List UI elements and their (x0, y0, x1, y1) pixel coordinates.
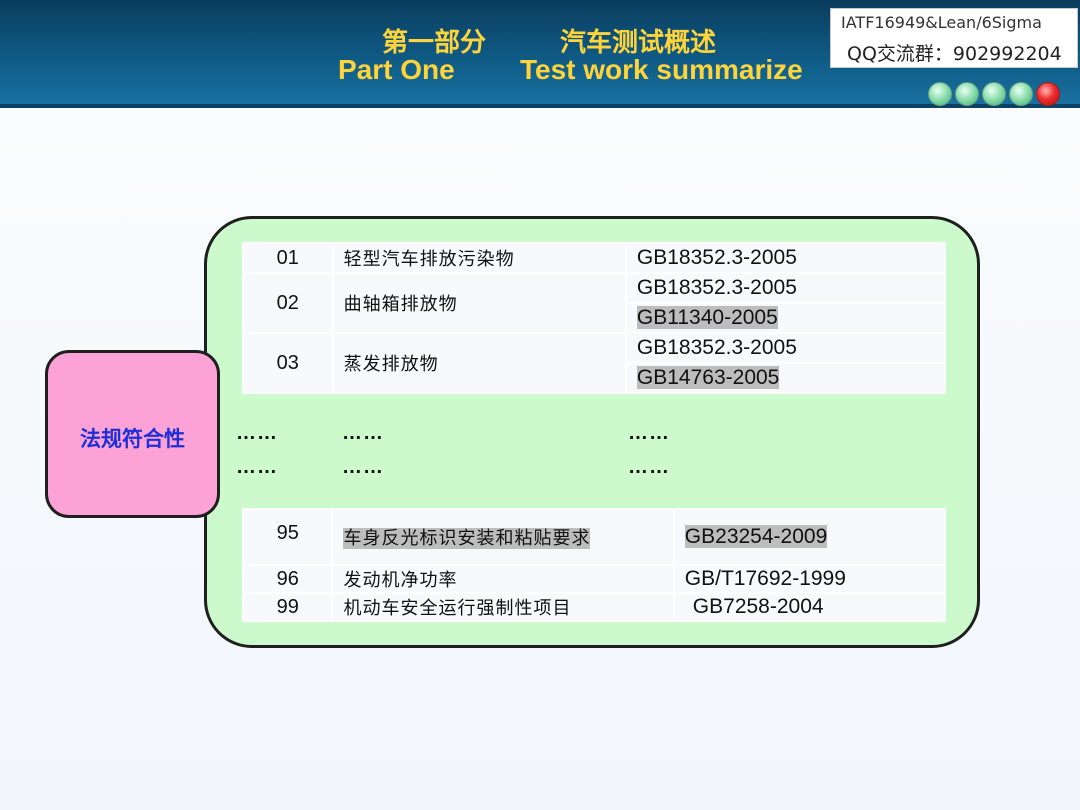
table-row: 96 发动机净功率 GB/T17692-1999 (241, 564, 947, 594)
row-number: 95 (241, 508, 334, 566)
row-standard: GB14763-2005 (624, 362, 947, 394)
highlighted-name: 车身反光标识安装和粘贴要求 (343, 528, 591, 549)
ellipsis: …… (628, 456, 670, 478)
table-row: 01 轻型汽车排放污染物 GB18352.3-2005 (242, 242, 947, 274)
row-standard: GB/T17692-1999 (672, 564, 947, 594)
ellipsis: …… (342, 456, 384, 478)
highlighted-standard: GB23254-2009 (684, 525, 828, 548)
highlighted-standard: GB11340-2005 (636, 306, 778, 329)
nav-dot[interactable] (928, 82, 952, 106)
nav-dot[interactable] (982, 82, 1006, 106)
row-name: 车身反光标识安装和粘贴要求 (331, 508, 675, 566)
row-standard: GB23254-2009 (672, 508, 947, 566)
ellipsis: …… (628, 422, 670, 444)
category-box: 法规符合性 (45, 350, 220, 518)
table-row: 03 蒸发排放物 GB18352.3-2005 (242, 332, 947, 394)
row-name: 轻型汽车排放污染物 (331, 242, 627, 274)
badge-line1: IATF16949&Lean/6Sigma (841, 13, 1042, 32)
table-row: 95 车身反光标识安装和粘贴要求 GB23254-2009 (241, 508, 947, 566)
highlighted-standard: GB14763-2005 (636, 366, 780, 389)
ellipsis: …… (236, 456, 278, 478)
header-divider (0, 104, 1080, 108)
row-number: 01 (242, 242, 334, 274)
row-name: 机动车安全运行强制性项目 (331, 592, 675, 622)
category-label: 法规符合性 (80, 426, 185, 451)
row-standard: GB7258-2004 (672, 592, 947, 622)
badge-line2: QQ交流群：902992204 (847, 43, 1062, 65)
nav-dots (928, 82, 1068, 108)
title-en-part: Part One (338, 54, 455, 85)
title-en-topic: Test work summarize (520, 54, 803, 85)
watermark-badge: IATF16949&Lean/6Sigma QQ交流群：902992204 (830, 8, 1078, 68)
nav-dot-active[interactable] (1036, 82, 1060, 106)
regulation-table-top: 01 轻型汽车排放污染物 GB18352.3-2005 02 曲轴箱排放物 GB… (242, 242, 947, 394)
ellipsis: …… (342, 422, 384, 444)
row-standard: GB11340-2005 (624, 302, 947, 334)
row-name: 蒸发排放物 (331, 332, 627, 394)
row-number: 02 (242, 272, 334, 334)
row-number: 03 (242, 332, 334, 394)
nav-dot[interactable] (955, 82, 979, 106)
row-standard: GB18352.3-2005 (624, 242, 947, 274)
regulation-table-bottom: 95 车身反光标识安装和粘贴要求 GB23254-2009 96 发动机净功率 … (241, 508, 947, 622)
row-name: 发动机净功率 (331, 564, 675, 594)
table-row: 99 机动车安全运行强制性项目 GB7258-2004 (241, 592, 947, 622)
row-number: 99 (241, 592, 334, 622)
nav-dot[interactable] (1009, 82, 1033, 106)
row-number: 96 (241, 564, 334, 594)
table-row: 02 曲轴箱排放物 GB18352.3-2005 (242, 272, 947, 334)
row-standard: GB18352.3-2005 (624, 272, 947, 304)
ellipsis: …… (236, 422, 278, 444)
row-standard: GB18352.3-2005 (624, 332, 947, 364)
row-name: 曲轴箱排放物 (331, 272, 627, 334)
